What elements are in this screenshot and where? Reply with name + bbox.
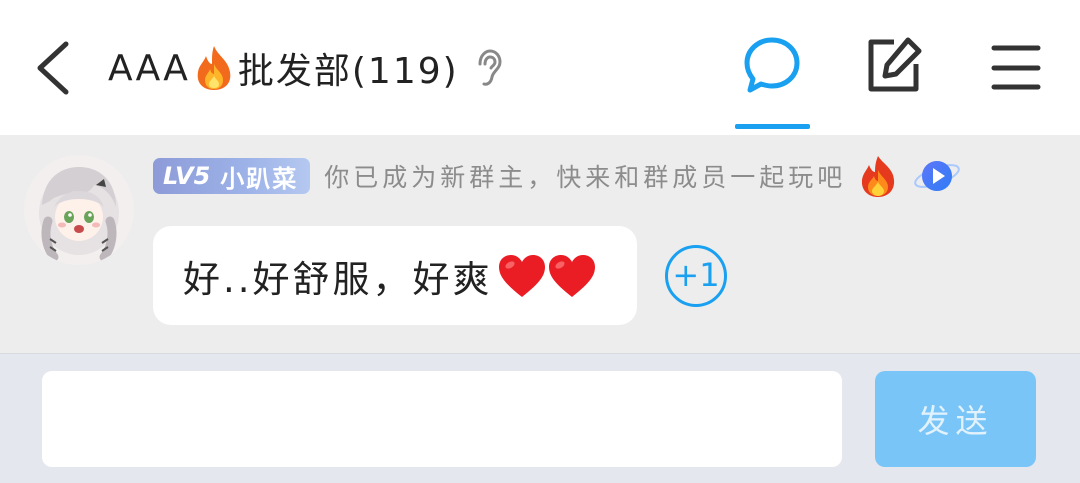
menu-button[interactable] xyxy=(986,36,1046,96)
message-text: 好..好舒服，好爽 xyxy=(183,257,493,301)
chat-tab-button[interactable] xyxy=(742,36,802,96)
message-bubble[interactable]: 好..好舒服，好爽 xyxy=(153,226,637,325)
fire-icon xyxy=(197,46,231,90)
back-button[interactable] xyxy=(30,38,78,98)
avatar[interactable] xyxy=(24,155,134,265)
input-bar: 发送 xyxy=(0,353,1080,483)
message-input[interactable] xyxy=(42,371,842,467)
menu-icon xyxy=(991,45,1041,90)
title-prefix: AAA xyxy=(108,47,190,89)
edit-button[interactable] xyxy=(864,36,924,96)
edit-icon xyxy=(868,37,922,92)
group-owner-notice: 你已成为新群主，快来和群成员一起玩吧 xyxy=(324,163,847,192)
message-list: LV5 小趴菜 你已成为新群主，快来和群成员一起玩吧 好..好舒服，好爽 +1 xyxy=(0,135,1080,353)
level-badge: LV5 小趴菜 xyxy=(153,158,311,194)
play-icon[interactable] xyxy=(912,156,962,196)
level-text: LV5 xyxy=(163,162,211,190)
plus-one-label: +1 xyxy=(672,256,720,294)
heart-icon xyxy=(498,254,545,297)
plus-one-button[interactable]: +1 xyxy=(665,245,727,307)
level-title: 小趴菜 xyxy=(220,164,299,193)
chevron-left-icon xyxy=(37,41,69,95)
ear-icon xyxy=(478,49,502,86)
chat-bubble-icon xyxy=(744,37,800,93)
fire-icon xyxy=(862,156,895,197)
emoji-group xyxy=(497,253,597,299)
top-nav-bar: AAA 批发部(119) xyxy=(0,0,1080,135)
active-tab-indicator xyxy=(735,124,810,129)
title-name: 批发部(119) xyxy=(237,51,459,92)
send-button[interactable]: 发送 xyxy=(875,371,1036,467)
group-title: AAA 批发部(119) xyxy=(108,42,503,94)
heart-icon xyxy=(548,254,595,297)
anime-avatar-icon xyxy=(24,155,134,265)
sender-meta: LV5 小趴菜 你已成为新群主，快来和群成员一起玩吧 xyxy=(153,156,962,197)
